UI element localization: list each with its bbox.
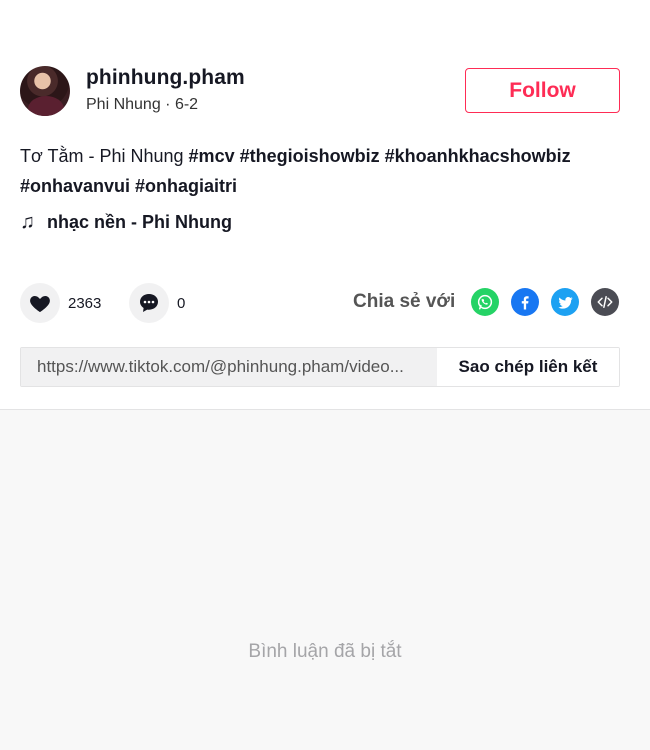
- music-label: nhạc nền - Phi Nhung: [47, 212, 232, 232]
- comment-icon: [140, 294, 158, 312]
- description-text: Tơ Tằm - Phi Nhung: [20, 146, 184, 166]
- facebook-share-button[interactable]: [511, 288, 539, 316]
- share-label: Chia sẻ với: [353, 291, 456, 312]
- video-link-text: https://www.tiktok.com/@phinhung.pham/vi…: [37, 357, 404, 376]
- whatsapp-share-button[interactable]: [471, 288, 499, 316]
- comment-button[interactable]: [129, 283, 169, 323]
- hashtag-link[interactable]: #thegioishowbiz: [240, 146, 380, 166]
- embed-icon: [597, 296, 613, 308]
- post-date: 6-2: [174, 96, 199, 113]
- video-description: Tơ Tằm - Phi Nhung #mcv #thegioishowbiz …: [20, 141, 630, 201]
- author-subline: Phi Nhung · 6-2: [86, 96, 198, 114]
- like-count: 2363: [68, 294, 102, 312]
- avatar[interactable]: [20, 66, 70, 116]
- hashtag-link[interactable]: #khoanhkhacshowbiz: [385, 146, 571, 166]
- author-username[interactable]: phinhung.pham: [86, 66, 245, 90]
- like-button[interactable]: [20, 283, 60, 323]
- comments-section: Bình luận đã bị tắt: [0, 410, 650, 750]
- copy-link-button[interactable]: Sao chép liên kết: [437, 348, 619, 386]
- comments-disabled-text: Bình luận đã bị tắt: [248, 641, 402, 662]
- music-link[interactable]: ♫ nhạc nền - Phi Nhung: [20, 211, 232, 234]
- facebook-icon: [521, 296, 529, 310]
- comment-stat: 0: [129, 283, 185, 323]
- comment-count: 0: [177, 294, 186, 312]
- like-stat: 2363: [20, 283, 101, 323]
- author-display-name: Phi Nhung: [86, 96, 161, 113]
- share-link-box: https://www.tiktok.com/@phinhung.pham/vi…: [20, 347, 620, 387]
- heart-icon: [30, 296, 50, 312]
- twitter-share-button[interactable]: [551, 288, 579, 316]
- twitter-icon: [557, 296, 573, 309]
- subline-separator: ·: [160, 96, 175, 113]
- hashtag-link[interactable]: #onhavanvui: [20, 176, 130, 196]
- follow-button[interactable]: Follow: [465, 68, 620, 113]
- embed-share-button[interactable]: [591, 288, 619, 316]
- video-link-field[interactable]: https://www.tiktok.com/@phinhung.pham/vi…: [21, 348, 437, 386]
- hashtag-link[interactable]: #mcv: [189, 146, 235, 166]
- video-info-panel: phinhung.pham Phi Nhung · 6-2 Follow Tơ …: [0, 0, 650, 409]
- whatsapp-icon: [477, 294, 493, 310]
- hashtag-link[interactable]: #onhagiaitri: [135, 176, 237, 196]
- music-note-icon: ♫: [20, 211, 35, 233]
